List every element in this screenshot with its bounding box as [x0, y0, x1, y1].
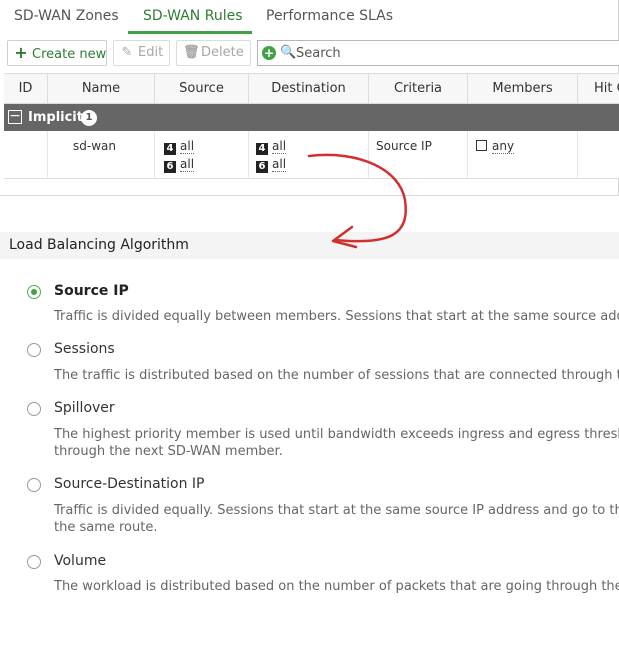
plus-icon: +	[14, 43, 28, 62]
option-label[interactable]: Volume	[54, 553, 106, 569]
group-count-badge: 1	[81, 110, 97, 126]
delete-label: Delete	[201, 45, 244, 60]
tab-sdwan-zones[interactable]: SD-WAN Zones	[14, 0, 119, 32]
trash-icon: 🗑	[183, 45, 200, 60]
search-box: + 🔍	[257, 40, 619, 66]
add-filter-icon[interactable]: +	[262, 46, 276, 60]
option-label[interactable]: Source IP	[54, 283, 129, 299]
load-balancing-header: Load Balancing Algorithm	[0, 232, 619, 259]
col-name[interactable]: Name	[48, 74, 155, 104]
destination-ipv4-value[interactable]: all	[272, 139, 287, 154]
cell-name: sd-wan	[48, 131, 155, 178]
destination-ipv6: 6 all	[256, 157, 287, 173]
radio-source-destination-ip[interactable]	[27, 478, 41, 492]
collapse-icon[interactable]: −	[8, 109, 22, 124]
active-tab-indicator	[128, 31, 252, 34]
load-balancing-title: Load Balancing Algorithm	[9, 237, 189, 253]
edit-button[interactable]: ✎ Edit	[113, 40, 170, 66]
rule-name: sd-wan	[73, 139, 116, 153]
radio-source-ip[interactable]	[27, 285, 41, 299]
members-any[interactable]: any	[492, 139, 515, 154]
option-description: The workload is distributed based on the…	[54, 579, 619, 594]
sdwan-panel: SD-WAN Zones SD-WAN Rules Performance SL…	[0, 0, 619, 196]
cell-criteria: Source IP	[369, 131, 468, 178]
source-ipv6: 6 all	[164, 157, 195, 173]
table-header: ID Name Source Destination Criteria Memb…	[4, 73, 619, 104]
tab-bar: SD-WAN Zones SD-WAN Rules Performance SL…	[0, 0, 619, 34]
option-description: Traffic is divided equally. Sessions tha…	[54, 503, 619, 518]
ipv4-icon: 4	[256, 143, 268, 155]
search-icon: 🔍	[280, 45, 297, 60]
delete-button[interactable]: 🗑Delete	[176, 40, 251, 66]
table-row[interactable]: sd-wan 4 all 6 all 4 all 6 all Source IP any	[4, 131, 619, 179]
toolbar: + Create new ✎ Edit 🗑Delete + 🔍	[0, 38, 619, 68]
tab-sdwan-rules[interactable]: SD-WAN Rules	[143, 0, 243, 32]
cell-members: any	[468, 131, 578, 178]
source-ipv6-value[interactable]: all	[180, 157, 195, 172]
option-description: Traffic is divided equally between membe…	[54, 309, 619, 324]
col-members[interactable]: Members	[468, 74, 578, 104]
group-label: Implicit	[28, 110, 83, 125]
source-ipv4: 4 all	[164, 139, 195, 155]
radio-spillover[interactable]	[27, 402, 41, 416]
option-label[interactable]: Spillover	[54, 400, 115, 416]
radio-volume[interactable]	[27, 555, 41, 569]
pencil-icon: ✎	[121, 45, 133, 60]
option-label[interactable]: Source-Destination IP	[54, 476, 205, 492]
ipv6-icon: 6	[256, 161, 268, 173]
option-description: The highest priority member is used unti…	[54, 427, 619, 442]
destination-ipv6-value[interactable]: all	[272, 157, 287, 172]
option-description-line2: through the next SD-WAN member.	[54, 444, 283, 459]
ipv6-icon: 6	[164, 161, 176, 173]
col-hit-count[interactable]: Hit C	[578, 74, 619, 104]
option-description-line2: the same route.	[54, 520, 158, 535]
option-description: The traffic is distributed based on the …	[54, 368, 619, 383]
destination-ipv4: 4 all	[256, 139, 287, 155]
radio-sessions[interactable]	[27, 343, 41, 357]
col-id[interactable]: ID	[4, 74, 48, 104]
ipv4-icon: 4	[164, 143, 176, 155]
members-value: any	[476, 139, 515, 154]
interface-icon	[476, 140, 487, 151]
create-new-button[interactable]: + Create new	[7, 40, 107, 66]
search-input[interactable]	[296, 43, 596, 63]
cell-destination: 4 all 6 all	[249, 131, 369, 178]
edit-label: Edit	[138, 45, 164, 60]
col-source[interactable]: Source	[155, 74, 249, 104]
criteria-value: Source IP	[376, 139, 432, 153]
col-criteria[interactable]: Criteria	[369, 74, 468, 104]
option-label[interactable]: Sessions	[54, 341, 115, 357]
create-new-label: Create new	[32, 47, 107, 62]
tab-performance-slas[interactable]: Performance SLAs	[266, 0, 393, 32]
source-ipv4-value[interactable]: all	[180, 139, 195, 154]
cell-source: 4 all 6 all	[155, 131, 249, 178]
col-destination[interactable]: Destination	[249, 74, 369, 104]
cell-hit-count	[578, 131, 619, 178]
group-row-implicit[interactable]: − Implicit 1	[4, 104, 619, 131]
cell-id	[4, 131, 48, 178]
